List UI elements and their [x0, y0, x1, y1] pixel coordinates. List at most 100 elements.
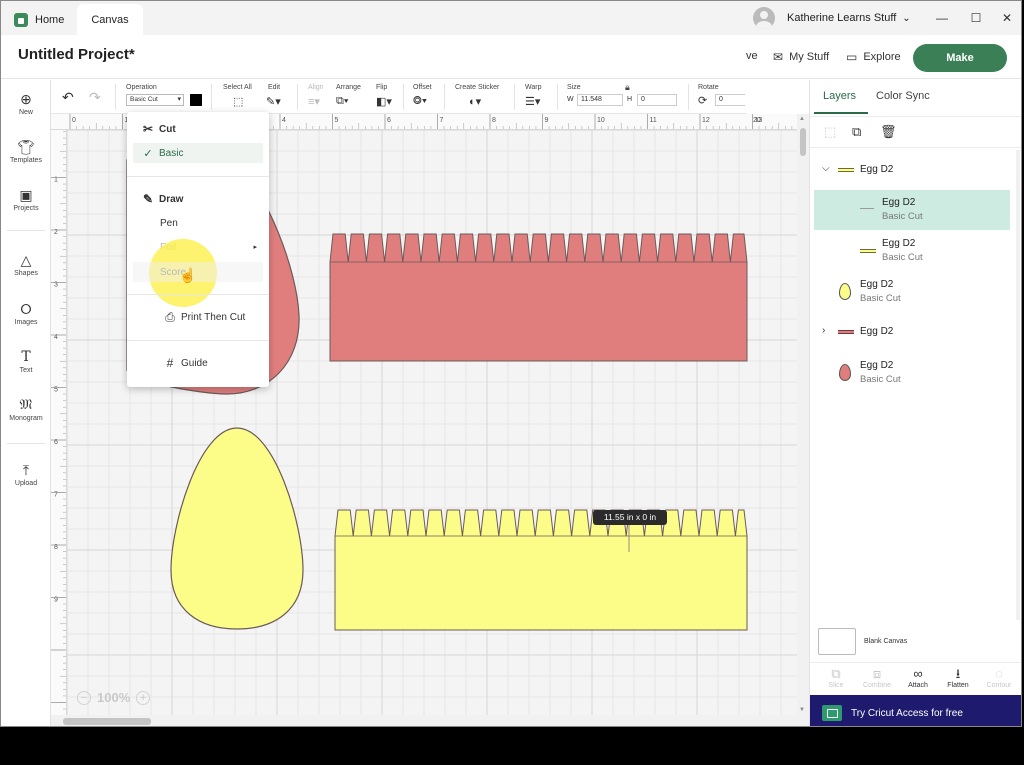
sidebar-divider: [7, 230, 45, 231]
chevron-down-icon: ⌄: [902, 12, 911, 24]
combine-label: Combine: [862, 682, 891, 689]
layer-egg-d2-band[interactable]: Egg D2 Basic Cut: [814, 231, 1010, 271]
sidebar-item-monogram[interactable]: 𝔐 Monogram: [1, 396, 51, 422]
toolbar-divider: [557, 84, 558, 110]
sidebar-item-new[interactable]: ⊕ New: [1, 90, 51, 116]
redo-icon[interactable]: ↷: [89, 89, 101, 106]
layers-scrollbar[interactable]: [1016, 150, 1020, 620]
layer-name: Egg D2: [882, 238, 916, 249]
layer-egg-d2-yellow-egg[interactable]: Egg D2 Basic Cut: [814, 272, 1010, 312]
size-label: Size: [567, 84, 581, 91]
maximize-button[interactable]: ☐: [967, 9, 985, 27]
user-menu[interactable]: Katherine Learns Stuff ⌄: [753, 7, 911, 29]
operation-label: Operation: [126, 84, 157, 91]
flip-label: Flip: [376, 84, 388, 91]
scroll-up-icon[interactable]: ▲: [799, 116, 805, 122]
vertical-scrollbar-thumb[interactable]: [800, 128, 806, 156]
make-button[interactable]: Make: [913, 44, 1007, 72]
menu-item-pen[interactable]: Pen: [133, 213, 263, 233]
sidebar-item-templates[interactable]: 👕︎ Templates: [1, 138, 51, 164]
zoom-in-button[interactable]: +: [136, 690, 151, 705]
menu-cut-header: ✂ Cut: [133, 119, 263, 139]
menu-item-print-then-cut[interactable]: ⎙ Print Then Cut: [133, 307, 263, 327]
monogram-icon: 𝔐: [19, 397, 33, 413]
trash-icon[interactable]: 🗑︎: [880, 124, 897, 140]
scroll-down-icon[interactable]: ▼: [799, 707, 805, 713]
tab-layers[interactable]: Layers: [823, 90, 856, 102]
sidebar-item-images[interactable]: ⭘ Images: [1, 300, 51, 326]
layer-egg-d2-pink-egg[interactable]: Egg D2 Basic Cut: [814, 353, 1010, 393]
lock-icon[interactable]: 🔒︎: [625, 82, 630, 93]
ruler-left: 123456789: [51, 130, 67, 715]
toolbar-divider: [297, 84, 298, 110]
layer-swatch-egg: [839, 283, 851, 300]
tab-color-sync[interactable]: Color Sync: [876, 90, 930, 102]
dimension-tooltip: 11.55 in x 0 in: [593, 510, 667, 525]
pen-icon: ✎: [142, 192, 154, 206]
layer-swatch-line: [838, 330, 854, 334]
save-button[interactable]: ve: [746, 50, 758, 62]
minimize-button[interactable]: —: [933, 9, 951, 27]
duplicate-icon[interactable]: ⧉: [852, 124, 861, 140]
zoom-out-button[interactable]: −: [77, 690, 91, 705]
slice-label: Slice: [828, 682, 844, 689]
toolbar-divider: [688, 84, 689, 110]
contour-button[interactable]: ◌ Contour: [981, 665, 1017, 689]
ruler-top-label: 5: [335, 117, 339, 124]
sidebar-item-projects[interactable]: ▣ Projects: [1, 186, 51, 212]
envelope-icon: ✉: [773, 50, 784, 64]
vertical-scrollbar[interactable]: ▲ ▼: [797, 114, 809, 715]
tab-home[interactable]: Home: [9, 4, 75, 35]
layer-group-egg-d2-pink[interactable]: › Egg D2: [814, 312, 1010, 352]
pink-scalloped-band[interactable]: [329, 233, 748, 362]
tab-canvas[interactable]: Canvas: [77, 4, 143, 35]
sidebar-item-label: Upload: [14, 480, 38, 487]
layer-name: Egg D2: [860, 279, 894, 290]
warp-label: Warp: [525, 84, 542, 91]
flatten-button[interactable]: ⭳ Flatten: [940, 665, 976, 689]
cricut-access-banner[interactable]: Try Cricut Access for free: [810, 695, 1021, 726]
toolbar-divider: [211, 84, 212, 110]
chevron-down-icon[interactable]: ⌵: [822, 163, 830, 174]
rotate-field[interactable]: 0: [715, 94, 745, 106]
horizontal-scrollbar-thumb[interactable]: [63, 718, 151, 725]
explore-icon: ▭: [846, 50, 858, 64]
width-field[interactable]: 11.548: [577, 94, 623, 106]
yellow-scalloped-band[interactable]: [334, 509, 748, 631]
sidebar-item-label: New: [18, 109, 33, 116]
sidebar-item-label: Templates: [10, 157, 42, 164]
explore-button[interactable]: ▭ Explore: [846, 50, 901, 64]
sidebar-item-text[interactable]: T Text: [1, 348, 51, 374]
sidebar-item-shapes[interactable]: △ Shapes: [1, 251, 51, 277]
yellow-egg-shape[interactable]: [170, 427, 304, 630]
menu-item-score[interactable]: Score: [133, 262, 263, 282]
sidebar-item-label: Projects: [13, 205, 39, 212]
home-icon: [14, 12, 28, 27]
ruler-left-ticks: 123456789: [51, 131, 66, 710]
band-outline: [334, 509, 748, 631]
menu-item-basic-cut[interactable]: ✓ Basic: [133, 143, 263, 163]
menu-item-guide[interactable]: # Guide: [133, 353, 263, 373]
undo-icon[interactable]: ↶: [62, 89, 74, 106]
operation-select[interactable]: Basic Cut: [126, 94, 184, 106]
my-stuff-button[interactable]: ✉ My Stuff: [773, 50, 829, 64]
layer-egg-d2-selected[interactable]: Egg D2 Basic Cut: [814, 190, 1010, 230]
combine-button[interactable]: ⧈ Combine: [859, 665, 895, 689]
operation-color-swatch[interactable]: [190, 94, 202, 106]
left-sidebar: ⊕ New 👕︎ Templates ▣ Projects △ Shapes ⭘…: [1, 80, 51, 726]
height-field[interactable]: 0: [637, 94, 677, 106]
slice-button[interactable]: ⧉ Slice: [818, 665, 854, 689]
blank-canvas-swatch[interactable]: [818, 628, 856, 655]
group-icon[interactable]: ⬚: [824, 124, 836, 140]
layer-name: Egg D2: [860, 326, 894, 337]
close-window-button[interactable]: ✕: [998, 9, 1016, 27]
shirt-icon: 👕︎: [17, 139, 35, 155]
chevron-right-icon[interactable]: ›: [822, 325, 825, 336]
layer-operation: Basic Cut: [882, 252, 923, 263]
menu-draw-label: Draw: [159, 193, 184, 205]
attach-button[interactable]: ∞ Attach: [900, 665, 936, 689]
sidebar-item-upload[interactable]: ⤒ Upload: [1, 461, 51, 487]
layer-group-egg-d2-yellow[interactable]: ⌵ Egg D2: [814, 150, 1010, 190]
horizontal-scrollbar[interactable]: [51, 715, 809, 726]
hand-cursor-icon: ☝: [179, 267, 197, 283]
